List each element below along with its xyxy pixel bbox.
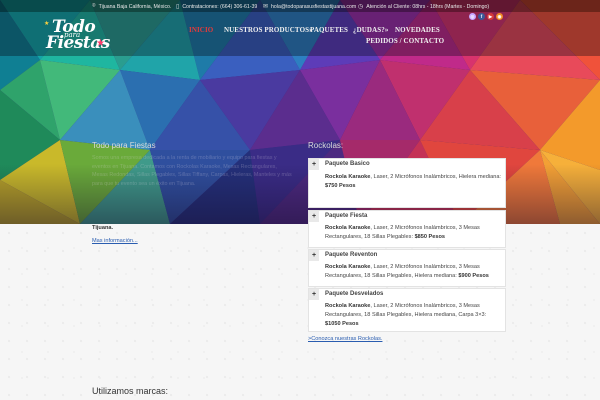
phone-text: Contrataciones: (664) 306-61-39 [182,3,258,10]
nav-pedidos-contacto[interactable]: PEDIDOS / CONTACTO [366,37,444,45]
site-header: ★ Todo para Fiestas ★ INICIO NUESTROS PR… [0,12,600,56]
intro-title: Todo para Fiestas [92,141,156,150]
location-info: ⌾ Tijuana Baja California, México. [92,3,171,10]
intro-text-end: Tijuana. [92,225,114,231]
package-item-bold: Rockola Karaoke [325,264,371,270]
package-desc: , Laser, 2 Micrófonos Inalámbricos, Hiel… [370,174,501,180]
package-body: Rockola Karaoke, Laser, 2 Micrófonos Ina… [325,263,501,281]
expand-icon[interactable]: + [309,250,319,261]
dropdown-marker-icon: » [384,26,389,34]
expand-icon[interactable]: + [309,159,319,170]
nav-label: NUESTROS PRODUCTOS [224,26,310,34]
package-price: $750 Pesos [325,183,356,189]
package-title[interactable]: Paquete Fiesta [325,213,367,219]
brands-title: Utilizamos marcas: [92,386,169,396]
nav-inicio[interactable]: INICIO [189,26,213,34]
phone-info: ▯ Contrataciones: (664) 306-61-39 [176,3,258,11]
package-item-bold: Rockola Karaoke [325,303,371,309]
top-info-bar: ⌾ Tijuana Baja California, México. ▯ Con… [0,0,600,12]
package-body: Rockola Karaoke, Laser, 2 Micrófonos Ina… [325,173,501,191]
rss-icon[interactable]: ◉ [496,13,503,20]
email-text[interactable]: hola@todoparasusfiestastijuana.com [271,4,356,10]
youtube-icon[interactable]: ▶ [487,13,494,20]
map-pin-icon: ⌾ [92,3,96,9]
package-price: $900 Pesos [458,273,489,279]
email-info[interactable]: ✉ hola@todoparasusfiestastijuana.com [263,3,356,11]
package-card[interactable]: + Paquete Reventon Rockola Karaoke, Lase… [308,249,506,287]
more-info-link[interactable]: Mas información... [92,238,138,244]
rockolas-link[interactable]: >Conozca nuestras Rockolas. [308,336,382,342]
mail-icon: ✉ [263,4,269,10]
package-card[interactable]: + Paquete Desvelados Rockola Karaoke, La… [308,288,506,332]
nav-dudas[interactable]: ¿DUDAS?» [353,26,388,34]
expand-icon[interactable]: + [309,211,319,222]
rockolas-title: Rockolas: [308,141,344,150]
main-content: Todo para Fiestas Somos una empresa dedi… [0,0,600,400]
package-body: Rockola Karaoke, Laser, 2 Micrófonos Ina… [325,302,501,329]
hours-info: ◷ Atención al Cliente: 08hrs - 18hrs (Ma… [358,3,490,11]
nav-label: ¿DUDAS? [353,26,385,34]
clock-icon: ◷ [358,4,364,10]
hours-text: Atención al Cliente: 08hrs - 18hrs (Mart… [366,3,490,10]
package-card[interactable]: + Paquete Basico Rockola Karaoke, Laser,… [308,158,506,208]
package-title[interactable]: Paquete Reventon [325,252,377,258]
package-title[interactable]: Paquete Basico [325,161,370,167]
social-links: ◎ f ▶ ◉ [469,13,503,20]
package-body: Rockola Karaoke, Laser, 2 Micrófonos Ina… [325,224,501,242]
package-card[interactable]: + Paquete Fiesta Rockola Karaoke, Laser,… [308,210,506,248]
package-item-bold: Rockola Karaoke [325,225,371,231]
expand-icon[interactable]: + [309,289,319,300]
package-price: $1050 Pesos [325,321,359,327]
facebook-icon[interactable]: f [478,13,485,20]
intro-text: Somos una empresa dedicada a la renta de… [92,155,292,187]
phone-icon: ▯ [176,4,180,10]
instagram-icon[interactable]: ◎ [469,13,476,20]
nav-nuestros-productos[interactable]: NUESTROS PRODUCTOS» [224,26,313,34]
package-price: $850 Pesos [414,234,446,240]
nav-paquetes[interactable]: PAQUETES [310,26,348,34]
main-nav: INICIO NUESTROS PRODUCTOS» PAQUETES ¿DUD… [0,12,600,56]
location-text: Tijuana Baja California, México. [98,3,172,10]
nav-novedades[interactable]: NOVEDADES [395,26,440,34]
package-item-bold: Rockola Karaoke [325,174,371,180]
package-title[interactable]: Paquete Desvelados [325,291,383,297]
